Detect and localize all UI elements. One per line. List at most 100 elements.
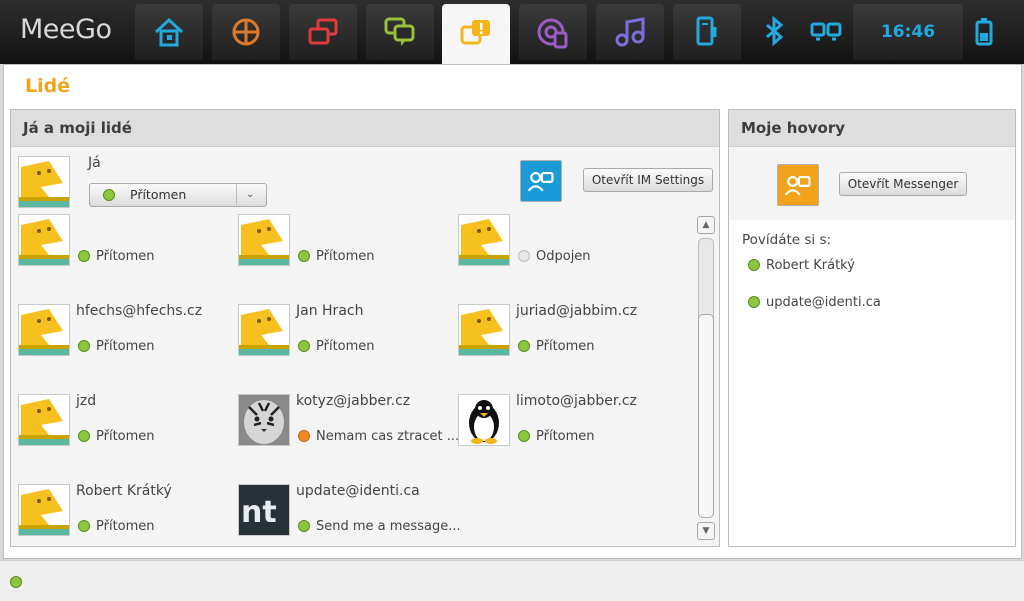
presence-selector[interactable]: Přítomen ⌄	[89, 183, 267, 207]
status-text: Přítomen	[96, 249, 155, 264]
contact-status: Přítomen	[78, 519, 155, 534]
open-messenger-button[interactable]: Otevřít Messenger	[839, 172, 967, 196]
status-text: Přítomen	[316, 339, 375, 354]
tab-devices[interactable]	[673, 4, 741, 60]
contact-avatar[interactable]	[18, 304, 70, 356]
contact-status: Přítomen	[298, 339, 375, 354]
contact-avatar[interactable]	[18, 214, 70, 266]
network-icon	[810, 22, 842, 41]
media-icon	[615, 17, 645, 47]
contact-avatar[interactable]	[458, 394, 510, 446]
presence-dot	[518, 249, 530, 262]
people-icon	[460, 20, 490, 45]
home-icon	[154, 17, 184, 47]
app-title: Lidé	[25, 75, 71, 97]
status-text: Přítomen	[96, 339, 155, 354]
tab-media[interactable]	[596, 4, 664, 60]
status-text: Odpojen	[536, 249, 591, 264]
contact-avatar[interactable]	[238, 214, 290, 266]
people-window: Lidé Já a moji lidé Já Přítomen ⌄ Otevří…	[3, 64, 1022, 559]
tab-zones[interactable]	[212, 4, 280, 60]
dino-avatar-icon	[19, 157, 69, 207]
footer-status-dot	[10, 576, 22, 588]
status-footer	[0, 560, 1024, 601]
messenger-icon[interactable]	[777, 164, 819, 206]
presence-value: Přítomen	[130, 187, 187, 202]
tab-network[interactable]	[800, 4, 852, 60]
tab-bluetooth[interactable]	[750, 4, 798, 60]
contact-status: Odpojen	[518, 249, 591, 264]
calls-panel-title: Moje hovory	[729, 110, 1015, 147]
chevron-down-icon: ⌄	[246, 189, 255, 200]
contact-status: Přítomen	[78, 249, 155, 264]
contact-avatar[interactable]	[18, 394, 70, 446]
tab-applications[interactable]	[289, 4, 357, 60]
contact-avatar[interactable]	[238, 304, 290, 356]
scroll-down-button[interactable]: ▼	[697, 522, 715, 540]
presence-dot	[78, 249, 90, 262]
contact-name[interactable]: juriad@jabbim.cz	[516, 303, 637, 319]
contact-avatar[interactable]	[458, 214, 510, 266]
contact-name[interactable]: limoto@jabber.cz	[516, 393, 637, 409]
status-text: Send me a message...	[316, 519, 461, 534]
presence-dot	[103, 189, 115, 201]
svg-text:nt: nt	[241, 495, 277, 530]
contact-status: Přítomen	[518, 429, 595, 444]
status-text: Nemam cas ztracet ...	[316, 429, 460, 444]
presence-dot	[298, 249, 310, 262]
conversations-area: Povídáte si s: Robert Krátký update@iden…	[729, 220, 1015, 546]
my-avatar	[18, 156, 70, 208]
my-name: Já	[88, 155, 101, 171]
presence-dot	[298, 429, 310, 442]
contact-avatar[interactable]: nt	[238, 484, 290, 536]
presence-dot	[78, 429, 90, 442]
contacts-scrollbar[interactable]: ▲ ▼	[697, 216, 715, 540]
presence-dot	[298, 339, 310, 352]
devices-icon	[696, 16, 717, 46]
contact-name[interactable]: jzd	[76, 393, 96, 409]
contact-name[interactable]: update@identi.ca	[296, 483, 420, 499]
contact-status: Přítomen	[78, 429, 155, 444]
contact-avatar[interactable]	[238, 394, 290, 446]
contact-name[interactable]: hfechs@hfechs.cz	[76, 303, 202, 319]
presence-dot	[298, 519, 310, 532]
tab-people[interactable]	[442, 4, 510, 64]
presence-dot	[78, 339, 90, 352]
taskbar: MeeGo 16:46	[0, 0, 1024, 64]
applications-icon	[308, 18, 338, 45]
conversation-item[interactable]: Robert Krátký	[748, 258, 855, 273]
status-text: Přítomen	[96, 519, 155, 534]
presence-dot	[518, 429, 530, 442]
status-text: Přítomen	[536, 429, 595, 444]
open-im-settings-button[interactable]: Otevřít IM Settings	[583, 168, 713, 192]
contact-status: Přítomen	[78, 339, 155, 354]
internet-icon	[537, 18, 568, 49]
me-and-people-panel: Já a moji lidé Já Přítomen ⌄ Otevřít IM …	[10, 109, 720, 547]
clock[interactable]: 16:46	[853, 4, 963, 60]
contact-status: Přítomen	[298, 249, 375, 264]
bluetooth-icon	[766, 15, 784, 47]
contact-name[interactable]: Jan Hrach	[296, 303, 363, 319]
contact-avatar[interactable]	[458, 304, 510, 356]
tab-battery[interactable]	[966, 4, 1002, 60]
tab-home[interactable]	[135, 4, 203, 60]
contact-name[interactable]: kotyz@jabber.cz	[296, 393, 410, 409]
my-calls-panel: Moje hovory Otevřít Messenger Povídáte s…	[728, 109, 1016, 547]
presence-dot	[518, 339, 530, 352]
tab-internet[interactable]	[519, 4, 587, 60]
presence-dot	[78, 519, 90, 532]
status-text: Přítomen	[536, 339, 595, 354]
zones-icon	[232, 18, 260, 46]
conversation-item[interactable]: update@identi.ca	[748, 295, 881, 310]
contacts-list: Přítomen Přítomen Odpojen hfechs@hfechs.cz P…	[11, 214, 697, 544]
scroll-up-button[interactable]: ▲	[697, 216, 715, 234]
contact-status: Přítomen	[518, 339, 595, 354]
contact-status: Send me a message...	[298, 519, 461, 534]
me-panel-title: Já a moji lidé	[11, 110, 719, 147]
scroll-thumb[interactable]	[698, 314, 714, 518]
im-settings-icon[interactable]	[520, 160, 562, 202]
tab-status[interactable]	[366, 4, 434, 60]
contact-avatar[interactable]	[18, 484, 70, 536]
talking-label: Povídáte si s:	[742, 232, 832, 248]
contact-name[interactable]: Robert Krátký	[76, 483, 172, 499]
